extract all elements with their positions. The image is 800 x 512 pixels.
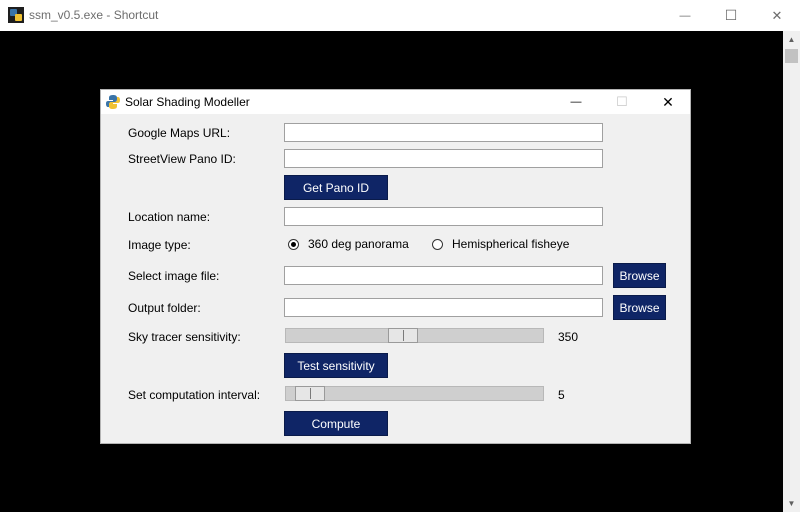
- location-name-input[interactable]: [284, 207, 603, 226]
- close-icon: ✕: [662, 93, 674, 110]
- image-file-input[interactable]: [284, 266, 603, 285]
- radio-hemispherical-fisheye[interactable]: Hemispherical fisheye: [432, 237, 569, 251]
- outer-minimize-button[interactable]: —: [662, 0, 708, 31]
- radio-button-icon[interactable]: [432, 238, 443, 250]
- solar-shading-dialog: Solar Shading Modeller — ☐ ✕ Google Maps…: [100, 89, 691, 444]
- scroll-thumb[interactable]: [785, 49, 798, 63]
- radio-360-panorama-label: 360 deg panorama: [308, 237, 409, 251]
- test-sensitivity-button[interactable]: Test sensitivity: [284, 353, 388, 378]
- python-icon: [106, 95, 120, 109]
- location-name-label: Location name:: [128, 210, 211, 224]
- image-file-label: Select image file:: [128, 269, 220, 283]
- minimize-icon: —: [679, 9, 691, 22]
- sky-tracer-value: 350: [558, 330, 579, 344]
- sky-tracer-slider[interactable]: [285, 328, 544, 343]
- compute-button[interactable]: Compute: [284, 411, 388, 436]
- outer-window-title: ssm_v0.5.exe - Shortcut: [29, 8, 159, 22]
- maximize-icon: ☐: [724, 7, 738, 23]
- dialog-close-button[interactable]: ✕: [645, 90, 691, 114]
- slider-thumb[interactable]: [295, 386, 325, 401]
- scroll-up-icon[interactable]: ▲: [783, 31, 800, 48]
- dialog-maximize-button: ☐: [599, 90, 645, 114]
- computation-interval-slider[interactable]: [285, 386, 544, 401]
- get-pano-id-button[interactable]: Get Pano ID: [284, 175, 388, 200]
- vertical-scrollbar[interactable]: ▲ ▼: [783, 31, 800, 512]
- computation-interval-label: Set computation interval:: [128, 388, 261, 402]
- radio-360-panorama[interactable]: 360 deg panorama: [288, 237, 409, 251]
- browse-output-button[interactable]: Browse: [613, 295, 666, 320]
- outer-close-button[interactable]: ✕: [754, 0, 800, 31]
- google-maps-url-input[interactable]: [284, 123, 603, 142]
- computation-interval-value: 5: [558, 388, 565, 402]
- browse-image-button[interactable]: Browse: [613, 263, 666, 288]
- output-folder-input[interactable]: [284, 298, 603, 317]
- google-maps-url-label: Google Maps URL:: [128, 126, 231, 140]
- outer-titlebar: ssm_v0.5.exe - Shortcut — ☐ ✕: [0, 0, 800, 31]
- image-type-label: Image type:: [128, 238, 191, 252]
- python-app-icon: [8, 7, 24, 23]
- radio-dot-icon: [291, 241, 296, 247]
- close-icon: ✕: [771, 7, 783, 23]
- outer-maximize-button[interactable]: ☐: [708, 0, 754, 31]
- slider-thumb[interactable]: [388, 328, 418, 343]
- radio-button-icon[interactable]: [288, 238, 299, 250]
- sky-tracer-label: Sky tracer sensitivity:: [128, 330, 241, 344]
- streetview-pano-id-label: StreetView Pano ID:: [128, 152, 236, 166]
- dialog-title: Solar Shading Modeller: [125, 95, 250, 109]
- dialog-titlebar: Solar Shading Modeller — ☐ ✕: [101, 90, 690, 114]
- dialog-minimize-button[interactable]: —: [553, 90, 599, 114]
- scroll-down-icon[interactable]: ▼: [783, 495, 800, 512]
- output-folder-label: Output folder:: [128, 301, 201, 315]
- streetview-pano-id-input[interactable]: [284, 149, 603, 168]
- maximize-icon: ☐: [616, 94, 628, 109]
- radio-hemispherical-fisheye-label: Hemispherical fisheye: [452, 237, 570, 251]
- minimize-icon: —: [570, 96, 582, 108]
